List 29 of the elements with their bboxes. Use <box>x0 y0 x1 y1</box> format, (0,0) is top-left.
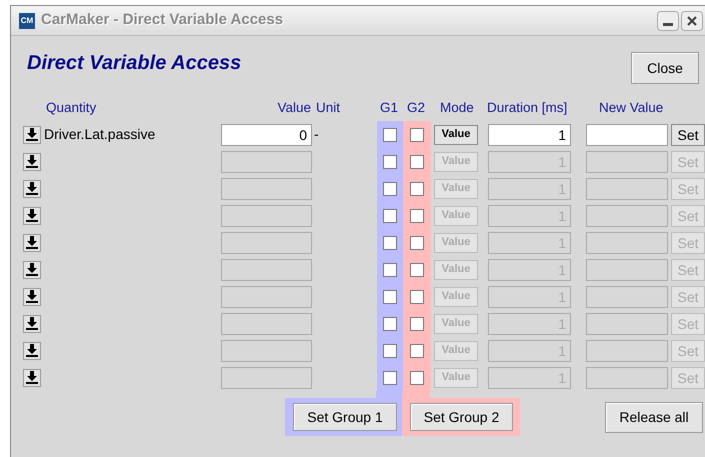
group-2-checkbox[interactable] <box>410 128 424 142</box>
close-icon <box>687 16 697 26</box>
set-group-button[interactable]: Set Group 1 <box>293 403 397 431</box>
new-value-field[interactable] <box>586 124 668 146</box>
duration-field[interactable]: 1 <box>488 124 571 146</box>
column-header: New Value <box>599 98 664 117</box>
app-logo: CM <box>19 12 35 28</box>
column-header: Value <box>276 98 311 117</box>
minimize-button[interactable] <box>657 10 679 30</box>
mode-button[interactable]: Value <box>434 124 478 144</box>
set-group-button[interactable]: Set Group 2 <box>410 403 513 431</box>
download-button[interactable] <box>23 126 41 144</box>
column-header: G1 <box>380 98 400 117</box>
quantity-name: Driver.Lat.passive <box>44 125 156 144</box>
column-header: G2 <box>407 98 426 117</box>
column-header: Mode <box>440 98 475 117</box>
close-button[interactable]: Close <box>631 52 699 84</box>
dialog-heading: Direct Variable Access <box>27 51 242 76</box>
unit-text: - <box>314 125 319 144</box>
column-header: Quantity <box>46 98 98 117</box>
set-button[interactable]: Set <box>671 124 705 146</box>
release-all-button[interactable]: Release all <box>605 402 703 432</box>
column-header: Duration [ms] <box>487 98 568 117</box>
column-header: Unit <box>316 98 342 117</box>
window-title: CarMaker - Direct Variable Access <box>41 10 284 30</box>
group-1-checkbox[interactable] <box>383 128 397 142</box>
minimize-icon <box>663 22 673 26</box>
close-button[interactable] <box>681 10 703 30</box>
value-field[interactable]: 0 <box>221 124 312 146</box>
